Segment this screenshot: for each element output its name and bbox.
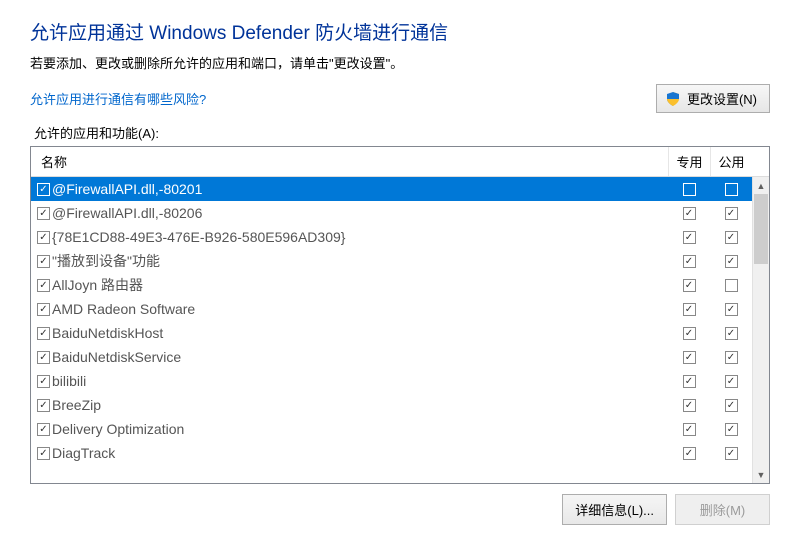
row-name: @FirewallAPI.dll,-80206	[52, 205, 202, 221]
change-settings-label: 更改设置(N)	[687, 89, 757, 108]
page-title: 允许应用通过 Windows Defender 防火墙进行通信	[30, 18, 770, 45]
scroll-up-icon[interactable]: ▲	[753, 177, 769, 194]
enabled-checkbox[interactable]: ✓	[37, 279, 50, 292]
private-checkbox[interactable]: ✓	[683, 255, 696, 268]
enabled-checkbox[interactable]: ✓	[37, 399, 50, 412]
row-name: DiagTrack	[52, 445, 115, 461]
allowed-apps-listbox: 名称 专用 公用 ✓@FirewallAPI.dll,-80201✓@Firew…	[30, 146, 770, 484]
section-label: 允许的应用和功能(A):	[34, 123, 770, 142]
private-checkbox[interactable]	[683, 183, 696, 196]
public-checkbox[interactable]: ✓	[725, 351, 738, 364]
row-name: BreeZip	[52, 397, 101, 413]
private-checkbox[interactable]: ✓	[683, 447, 696, 460]
row-name: {78E1CD88-49E3-476E-B926-580E596AD309}	[52, 229, 345, 245]
public-checkbox[interactable]	[725, 279, 738, 292]
scrollbar[interactable]: ▲ ▼	[752, 177, 769, 483]
enabled-checkbox[interactable]: ✓	[37, 327, 50, 340]
row-name: BaiduNetdiskHost	[52, 325, 163, 341]
private-checkbox[interactable]: ✓	[683, 375, 696, 388]
row-name: AllJoyn 路由器	[52, 275, 143, 295]
public-checkbox[interactable]: ✓	[725, 303, 738, 316]
list-header: 名称 专用 公用	[31, 147, 769, 177]
private-checkbox[interactable]: ✓	[683, 207, 696, 220]
row-name: @FirewallAPI.dll,-80201	[52, 181, 202, 197]
row-name: bilibili	[52, 373, 86, 389]
private-checkbox[interactable]: ✓	[683, 351, 696, 364]
table-row[interactable]: ✓BaiduNetdiskHost✓✓	[31, 321, 752, 345]
private-checkbox[interactable]: ✓	[683, 303, 696, 316]
column-header-name[interactable]: 名称	[31, 147, 668, 176]
column-header-public[interactable]: 公用	[710, 147, 752, 176]
public-checkbox[interactable]: ✓	[725, 399, 738, 412]
enabled-checkbox[interactable]: ✓	[37, 183, 50, 196]
table-row[interactable]: ✓@FirewallAPI.dll,-80206✓✓	[31, 201, 752, 225]
table-row[interactable]: ✓{78E1CD88-49E3-476E-B926-580E596AD309}✓…	[31, 225, 752, 249]
private-checkbox[interactable]: ✓	[683, 423, 696, 436]
remove-button: 删除(M)	[675, 494, 770, 525]
table-row[interactable]: ✓AMD Radeon Software✓✓	[31, 297, 752, 321]
enabled-checkbox[interactable]: ✓	[37, 255, 50, 268]
table-row[interactable]: ✓bilibili✓✓	[31, 369, 752, 393]
table-row[interactable]: ✓Delivery Optimization✓✓	[31, 417, 752, 441]
table-row[interactable]: ✓AllJoyn 路由器✓	[31, 273, 752, 297]
public-checkbox[interactable]: ✓	[725, 207, 738, 220]
row-name: "播放到设备"功能	[52, 251, 160, 271]
scroll-thumb[interactable]	[754, 194, 768, 264]
private-checkbox[interactable]: ✓	[683, 399, 696, 412]
public-checkbox[interactable]: ✓	[725, 255, 738, 268]
public-checkbox[interactable]: ✓	[725, 375, 738, 388]
private-checkbox[interactable]: ✓	[683, 231, 696, 244]
enabled-checkbox[interactable]: ✓	[37, 375, 50, 388]
table-row[interactable]: ✓"播放到设备"功能✓✓	[31, 249, 752, 273]
public-checkbox[interactable]: ✓	[725, 327, 738, 340]
risk-link[interactable]: 允许应用进行通信有哪些风险?	[30, 89, 206, 108]
private-checkbox[interactable]: ✓	[683, 327, 696, 340]
table-row[interactable]: ✓BreeZip✓✓	[31, 393, 752, 417]
row-name: Delivery Optimization	[52, 421, 184, 437]
page-subtext: 若要添加、更改或删除所允许的应用和端口，请单击"更改设置"。	[30, 53, 770, 72]
enabled-checkbox[interactable]: ✓	[37, 351, 50, 364]
table-row[interactable]: ✓BaiduNetdiskService✓✓	[31, 345, 752, 369]
column-header-private[interactable]: 专用	[668, 147, 710, 176]
public-checkbox[interactable]: ✓	[725, 231, 738, 244]
enabled-checkbox[interactable]: ✓	[37, 207, 50, 220]
public-checkbox[interactable]: ✓	[725, 423, 738, 436]
enabled-checkbox[interactable]: ✓	[37, 303, 50, 316]
table-row[interactable]: ✓DiagTrack✓✓	[31, 441, 752, 465]
public-checkbox[interactable]	[725, 183, 738, 196]
change-settings-button[interactable]: 更改设置(N)	[656, 84, 770, 113]
row-name: AMD Radeon Software	[52, 301, 195, 317]
details-button[interactable]: 详细信息(L)...	[562, 494, 667, 525]
enabled-checkbox[interactable]: ✓	[37, 423, 50, 436]
table-row[interactable]: ✓@FirewallAPI.dll,-80201	[31, 177, 752, 201]
scroll-down-icon[interactable]: ▼	[753, 466, 769, 483]
private-checkbox[interactable]: ✓	[683, 279, 696, 292]
enabled-checkbox[interactable]: ✓	[37, 447, 50, 460]
enabled-checkbox[interactable]: ✓	[37, 231, 50, 244]
shield-icon	[665, 91, 681, 107]
public-checkbox[interactable]: ✓	[725, 447, 738, 460]
row-name: BaiduNetdiskService	[52, 349, 181, 365]
